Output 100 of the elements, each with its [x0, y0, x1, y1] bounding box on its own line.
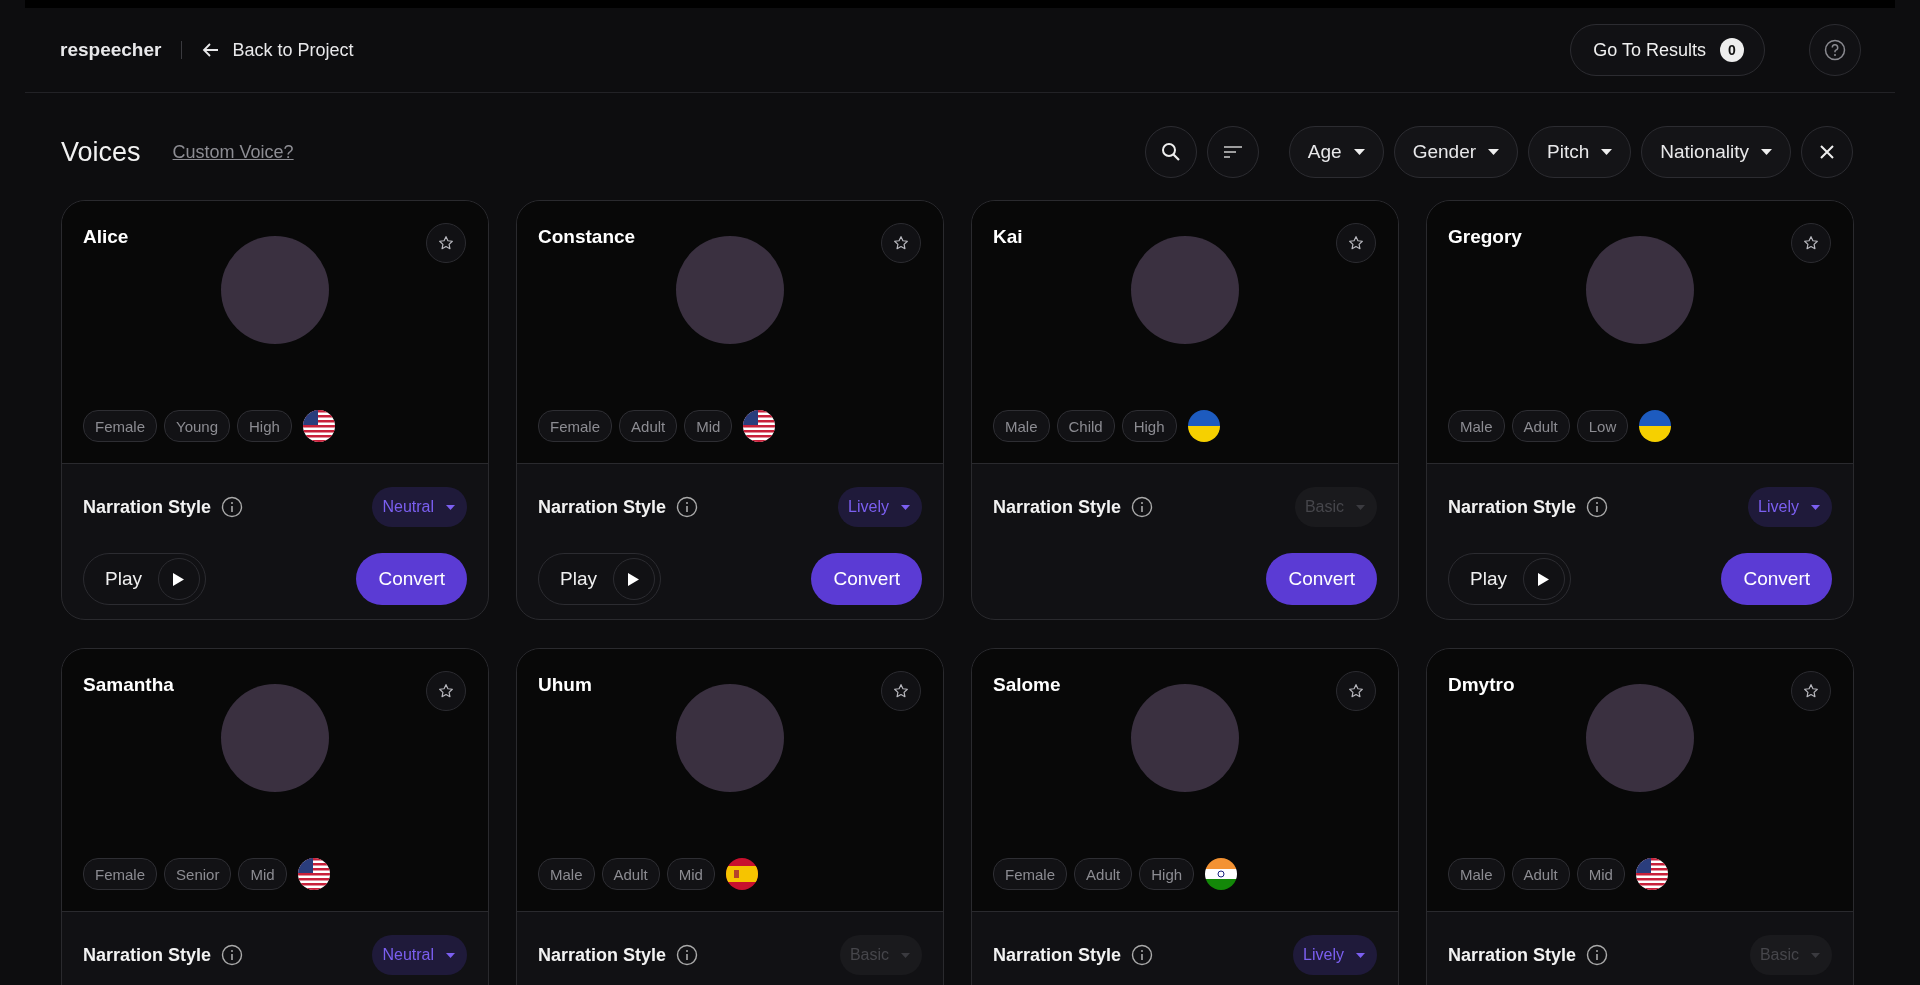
logo: respeecher: [60, 39, 162, 61]
tag: Adult: [619, 410, 678, 442]
narration-style-label: Narration Style: [1448, 496, 1577, 518]
tag: Adult: [1511, 410, 1570, 442]
favorite-button[interactable]: [881, 223, 921, 263]
count-badge: 0: [1720, 38, 1744, 62]
tag: Young: [164, 410, 231, 442]
info-icon: [1131, 944, 1154, 966]
caret-icon: [446, 504, 455, 510]
filter-dropdown[interactable]: Gender: [1393, 126, 1519, 178]
tag: Male: [993, 410, 1050, 442]
convert-button[interactable]: Convert: [1266, 553, 1377, 605]
back-link[interactable]: Back to Project: [202, 39, 354, 61]
convert-button[interactable]: Convert: [811, 553, 922, 605]
star-icon: [438, 235, 454, 251]
info-icon: [1131, 496, 1154, 518]
caret-icon: [1356, 952, 1365, 958]
voice-name: Gregory: [1448, 226, 1522, 248]
star-icon: [893, 235, 909, 251]
results-button[interactable]: Go To Results 0: [1570, 24, 1765, 76]
close-icon: [1819, 144, 1835, 160]
caret-icon: [1811, 504, 1820, 510]
tag: Adult: [1074, 858, 1133, 890]
caret-icon: [1811, 952, 1820, 958]
tag: Adult: [601, 858, 660, 890]
tag: Female: [83, 410, 158, 442]
favorite-button[interactable]: [881, 671, 921, 711]
info-icon: [676, 496, 699, 518]
convert-button[interactable]: Convert: [1721, 553, 1832, 605]
tag: Male: [538, 858, 595, 890]
caret-icon: [901, 952, 910, 958]
voice-name: Salome: [993, 674, 1061, 696]
favorite-button[interactable]: [1336, 671, 1376, 711]
tag: Female: [538, 410, 613, 442]
style-dropdown[interactable]: Lively: [838, 487, 922, 527]
caret-icon: [1353, 149, 1365, 155]
favorite-button[interactable]: [1791, 223, 1831, 263]
star-icon: [1348, 235, 1364, 251]
filter-dropdown[interactable]: Age: [1288, 126, 1384, 178]
tag: High: [1121, 410, 1177, 442]
narration-style-label: Narration Style: [538, 944, 667, 966]
close-button[interactable]: [1801, 126, 1853, 178]
caret-icon: [1761, 149, 1772, 155]
voice-name: Samantha: [83, 674, 174, 696]
info-icon: [1586, 496, 1609, 518]
narration-style-label: Narration Style: [993, 944, 1122, 966]
style-dropdown[interactable]: Neutral: [372, 487, 467, 527]
star-icon: [1803, 683, 1819, 699]
tag: Senior: [164, 858, 232, 890]
tag: Mid: [684, 410, 733, 442]
style-dropdown[interactable]: Lively: [1293, 935, 1377, 975]
filter-dropdown[interactable]: Pitch: [1528, 126, 1632, 178]
narration-style-label: Narration Style: [83, 944, 212, 966]
info-icon: [676, 944, 699, 966]
voice-name: Alice: [83, 226, 129, 248]
filter-dropdown[interactable]: Nationality: [1641, 126, 1791, 178]
question-icon: [1824, 39, 1846, 61]
play-icon: [173, 572, 185, 586]
play-icon: [628, 572, 640, 586]
tag: Male: [1448, 858, 1505, 890]
sort-icon: [1222, 144, 1243, 160]
favorite-button[interactable]: [1336, 223, 1376, 263]
caret-icon: [446, 952, 455, 958]
help-button[interactable]: [1809, 24, 1861, 76]
narration-style-label: Narration Style: [1448, 944, 1577, 966]
tag: Low: [1576, 410, 1629, 442]
favorite-button[interactable]: [1791, 671, 1831, 711]
play-button[interactable]: Play: [538, 553, 661, 605]
star-icon: [1348, 683, 1364, 699]
play-button[interactable]: Play: [1448, 553, 1571, 605]
info-icon: [221, 944, 244, 966]
tag: High: [1139, 858, 1195, 890]
convert-button[interactable]: Convert: [356, 553, 467, 605]
caret-icon: [901, 504, 910, 510]
star-icon: [438, 683, 454, 699]
play-icon: [1538, 572, 1550, 586]
tag: Adult: [1511, 858, 1570, 890]
tag: Mid: [238, 858, 287, 890]
style-dropdown[interactable]: Neutral: [372, 935, 467, 975]
tag: Male: [1448, 410, 1505, 442]
narration-style-label: Narration Style: [993, 496, 1122, 518]
tag: Mid: [666, 858, 715, 890]
favorite-button[interactable]: [426, 223, 466, 263]
star-icon: [1803, 235, 1819, 251]
tag: Child: [1056, 410, 1115, 442]
arrow-left-icon: [202, 41, 221, 59]
style-dropdown[interactable]: Lively: [1748, 487, 1832, 527]
caret-icon: [1356, 504, 1365, 510]
info-icon: [1586, 944, 1609, 966]
play-button[interactable]: Play: [83, 553, 206, 605]
narration-style-label: Narration Style: [538, 496, 667, 518]
page-title: Voices: [61, 136, 141, 168]
caret-icon: [1601, 149, 1613, 155]
caret-icon: [1488, 149, 1500, 155]
custom-voice-link[interactable]: Custom Voice?: [172, 141, 294, 163]
voice-name: Uhum: [538, 674, 592, 696]
voice-name: Kai: [993, 226, 1023, 248]
favorite-button[interactable]: [426, 671, 466, 711]
tag: Female: [83, 858, 158, 890]
star-icon: [893, 683, 909, 699]
